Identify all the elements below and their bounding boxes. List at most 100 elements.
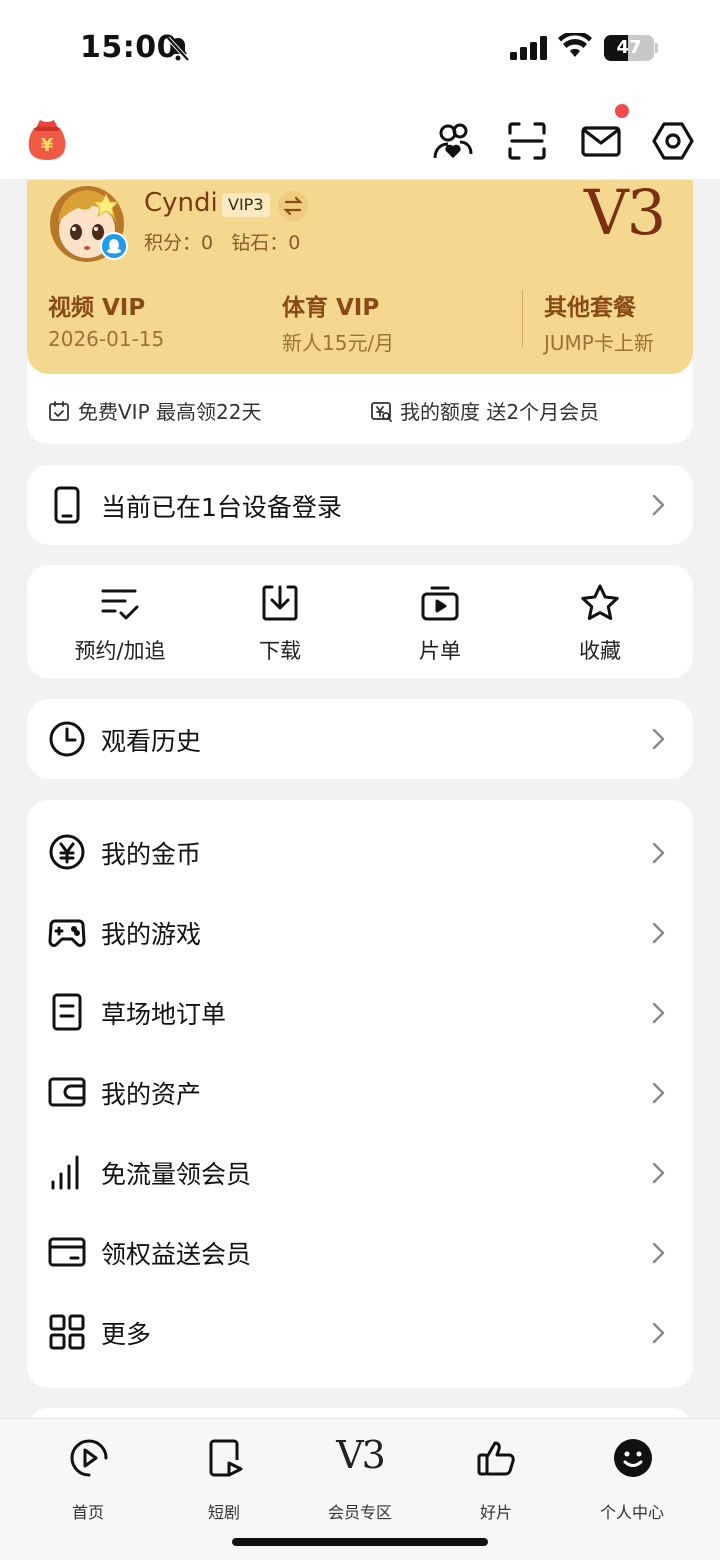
coupon-icon <box>370 400 392 422</box>
plan-video-vip-expiry: 2026-01-15 <box>48 327 165 351</box>
tab-home-label: 首页 <box>71 1503 104 1522</box>
tab-home[interactable]: 首页 <box>23 1437 153 1527</box>
quick-playlist-label: 片单 <box>419 639 461 663</box>
friends-icon[interactable] <box>432 120 474 162</box>
menu-item-benefits-label: 领权益送会员 <box>101 1240 252 1269</box>
chevron-right-icon <box>649 1000 667 1026</box>
battery-indicator: 47 <box>604 35 658 61</box>
chevron-right-icon <box>649 920 667 946</box>
menu-item-coins-label: 我的金币 <box>101 840 202 869</box>
username[interactable]: Cyndi <box>144 188 218 218</box>
chevron-right-icon <box>649 492 667 518</box>
chevron-right-icon <box>649 840 667 866</box>
wifi-icon <box>558 33 592 59</box>
cellular-signal-icon <box>510 36 548 60</box>
menu-item-assets[interactable]: 我的资产 <box>27 1053 693 1133</box>
menu-item-coins[interactable]: 我的金币 <box>27 813 693 893</box>
tab-vip-zone-label: 会员专区 <box>327 1503 392 1522</box>
menu-item-more-label: 更多 <box>101 1320 152 1349</box>
playlist-icon <box>420 583 460 623</box>
menu-item-free-data-label: 免流量领会员 <box>101 1160 252 1189</box>
mail-icon[interactable] <box>580 120 622 162</box>
top-bar: ¥ <box>0 100 720 180</box>
quick-favorites[interactable]: 收藏 <box>520 565 680 677</box>
plan-sports-vip-price: 新人15元/月 <box>282 331 395 355</box>
plan-other-title[interactable]: 其他套餐 <box>544 288 636 322</box>
devices-label: 当前已在1台设备登录 <box>101 493 342 522</box>
diamonds-value: 钻石：0 <box>231 232 301 254</box>
quick-reserve[interactable]: 预约/加追 <box>40 565 200 677</box>
status-time: 15:00 <box>80 30 178 65</box>
menu-item-games-label: 我的游戏 <box>101 920 202 949</box>
tab-profile-label: 个人中心 <box>599 1503 664 1522</box>
chevron-right-icon <box>649 726 667 752</box>
tab-profile[interactable]: 个人中心 <box>567 1437 697 1527</box>
smile-face-icon <box>612 1437 654 1479</box>
chevron-right-icon <box>649 1320 667 1346</box>
points-value: 积分：0 <box>144 232 214 254</box>
tab-short-drama-label: 短剧 <box>207 1503 240 1522</box>
short-video-icon <box>204 1437 246 1479</box>
promo-free-vip-label: 免费VIP 最高领22天 <box>78 400 262 424</box>
quick-playlist[interactable]: 片单 <box>360 565 520 677</box>
watch-history-label: 观看历史 <box>101 727 202 756</box>
menu-item-benefits[interactable]: 领权益送会员 <box>27 1213 693 1293</box>
tab-vip-zone[interactable]: V3 会员专区 <box>295 1433 425 1527</box>
quick-download[interactable]: 下载 <box>200 565 360 677</box>
chevron-right-icon <box>649 1240 667 1266</box>
tab-short-drama[interactable]: 短剧 <box>159 1437 289 1527</box>
calendar-check-icon <box>48 400 70 422</box>
thumbs-up-icon <box>476 1437 518 1479</box>
status-bar: 15:00 47 <box>0 0 720 100</box>
menu-item-games[interactable]: 我的游戏 <box>27 893 693 973</box>
gamepad-icon <box>47 912 87 952</box>
signal-bars-icon <box>47 1152 87 1192</box>
menu-item-assets-label: 我的资产 <box>101 1080 202 1109</box>
switch-account-icon[interactable] <box>278 191 308 221</box>
scan-icon[interactable] <box>506 120 548 162</box>
quick-reserve-label: 预约/加追 <box>74 639 166 663</box>
v3-logo-icon: V3 <box>336 1433 386 1477</box>
battery-percent: 47 <box>616 37 642 58</box>
menu-item-orders[interactable]: 草场地订单 <box>27 973 693 1053</box>
play-circle-icon <box>68 1437 110 1479</box>
plan-other-sub: JUMP卡上新 <box>544 331 654 355</box>
settings-icon[interactable] <box>652 120 694 162</box>
promo-my-quota[interactable]: 我的额度 送2个月会员 <box>370 396 599 425</box>
qq-badge-icon <box>100 232 128 260</box>
chevron-right-icon <box>649 1080 667 1106</box>
clock-icon <box>47 719 87 759</box>
plan-divider <box>522 290 523 348</box>
devices-row[interactable]: 当前已在1台设备登录 <box>27 465 693 545</box>
vip-level-badge: VIP3 <box>222 193 270 217</box>
plan-video-vip-title[interactable]: 视频 VIP <box>48 288 145 322</box>
wallet-icon <box>47 1072 87 1112</box>
member-level-logo: V3 <box>584 176 666 249</box>
quick-download-label: 下载 <box>259 639 301 663</box>
list-check-icon <box>100 583 140 623</box>
tab-good-films[interactable]: 好片 <box>431 1437 561 1527</box>
tab-good-films-label: 好片 <box>479 1503 512 1522</box>
svg-text:¥: ¥ <box>41 135 54 156</box>
chevron-right-icon <box>649 1160 667 1186</box>
menu-item-free-data[interactable]: 免流量领会员 <box>27 1133 693 1213</box>
grid-icon <box>47 1312 87 1352</box>
phone-icon <box>47 485 87 525</box>
card-icon <box>47 1232 87 1272</box>
quick-favorites-label: 收藏 <box>579 639 621 663</box>
bell-muted-icon <box>166 36 190 62</box>
menu-item-orders-label: 草场地订单 <box>101 1000 227 1029</box>
yen-coin-icon <box>47 832 87 872</box>
watch-history-row[interactable]: 观看历史 <box>27 699 693 779</box>
download-icon <box>260 583 300 623</box>
red-envelope-icon[interactable]: ¥ <box>22 114 72 164</box>
document-icon <box>47 992 87 1032</box>
promo-my-quota-label: 我的额度 送2个月会员 <box>400 400 600 424</box>
promo-free-vip[interactable]: 免费VIP 最高领22天 <box>48 396 261 425</box>
plan-sports-vip-title[interactable]: 体育 VIP <box>282 288 379 322</box>
notification-dot <box>615 104 629 118</box>
menu-item-more[interactable]: 更多 <box>27 1293 693 1373</box>
points-diamonds: 积分：0 钻石：0 <box>144 228 300 255</box>
star-icon <box>580 583 620 623</box>
home-indicator[interactable] <box>232 1538 488 1546</box>
